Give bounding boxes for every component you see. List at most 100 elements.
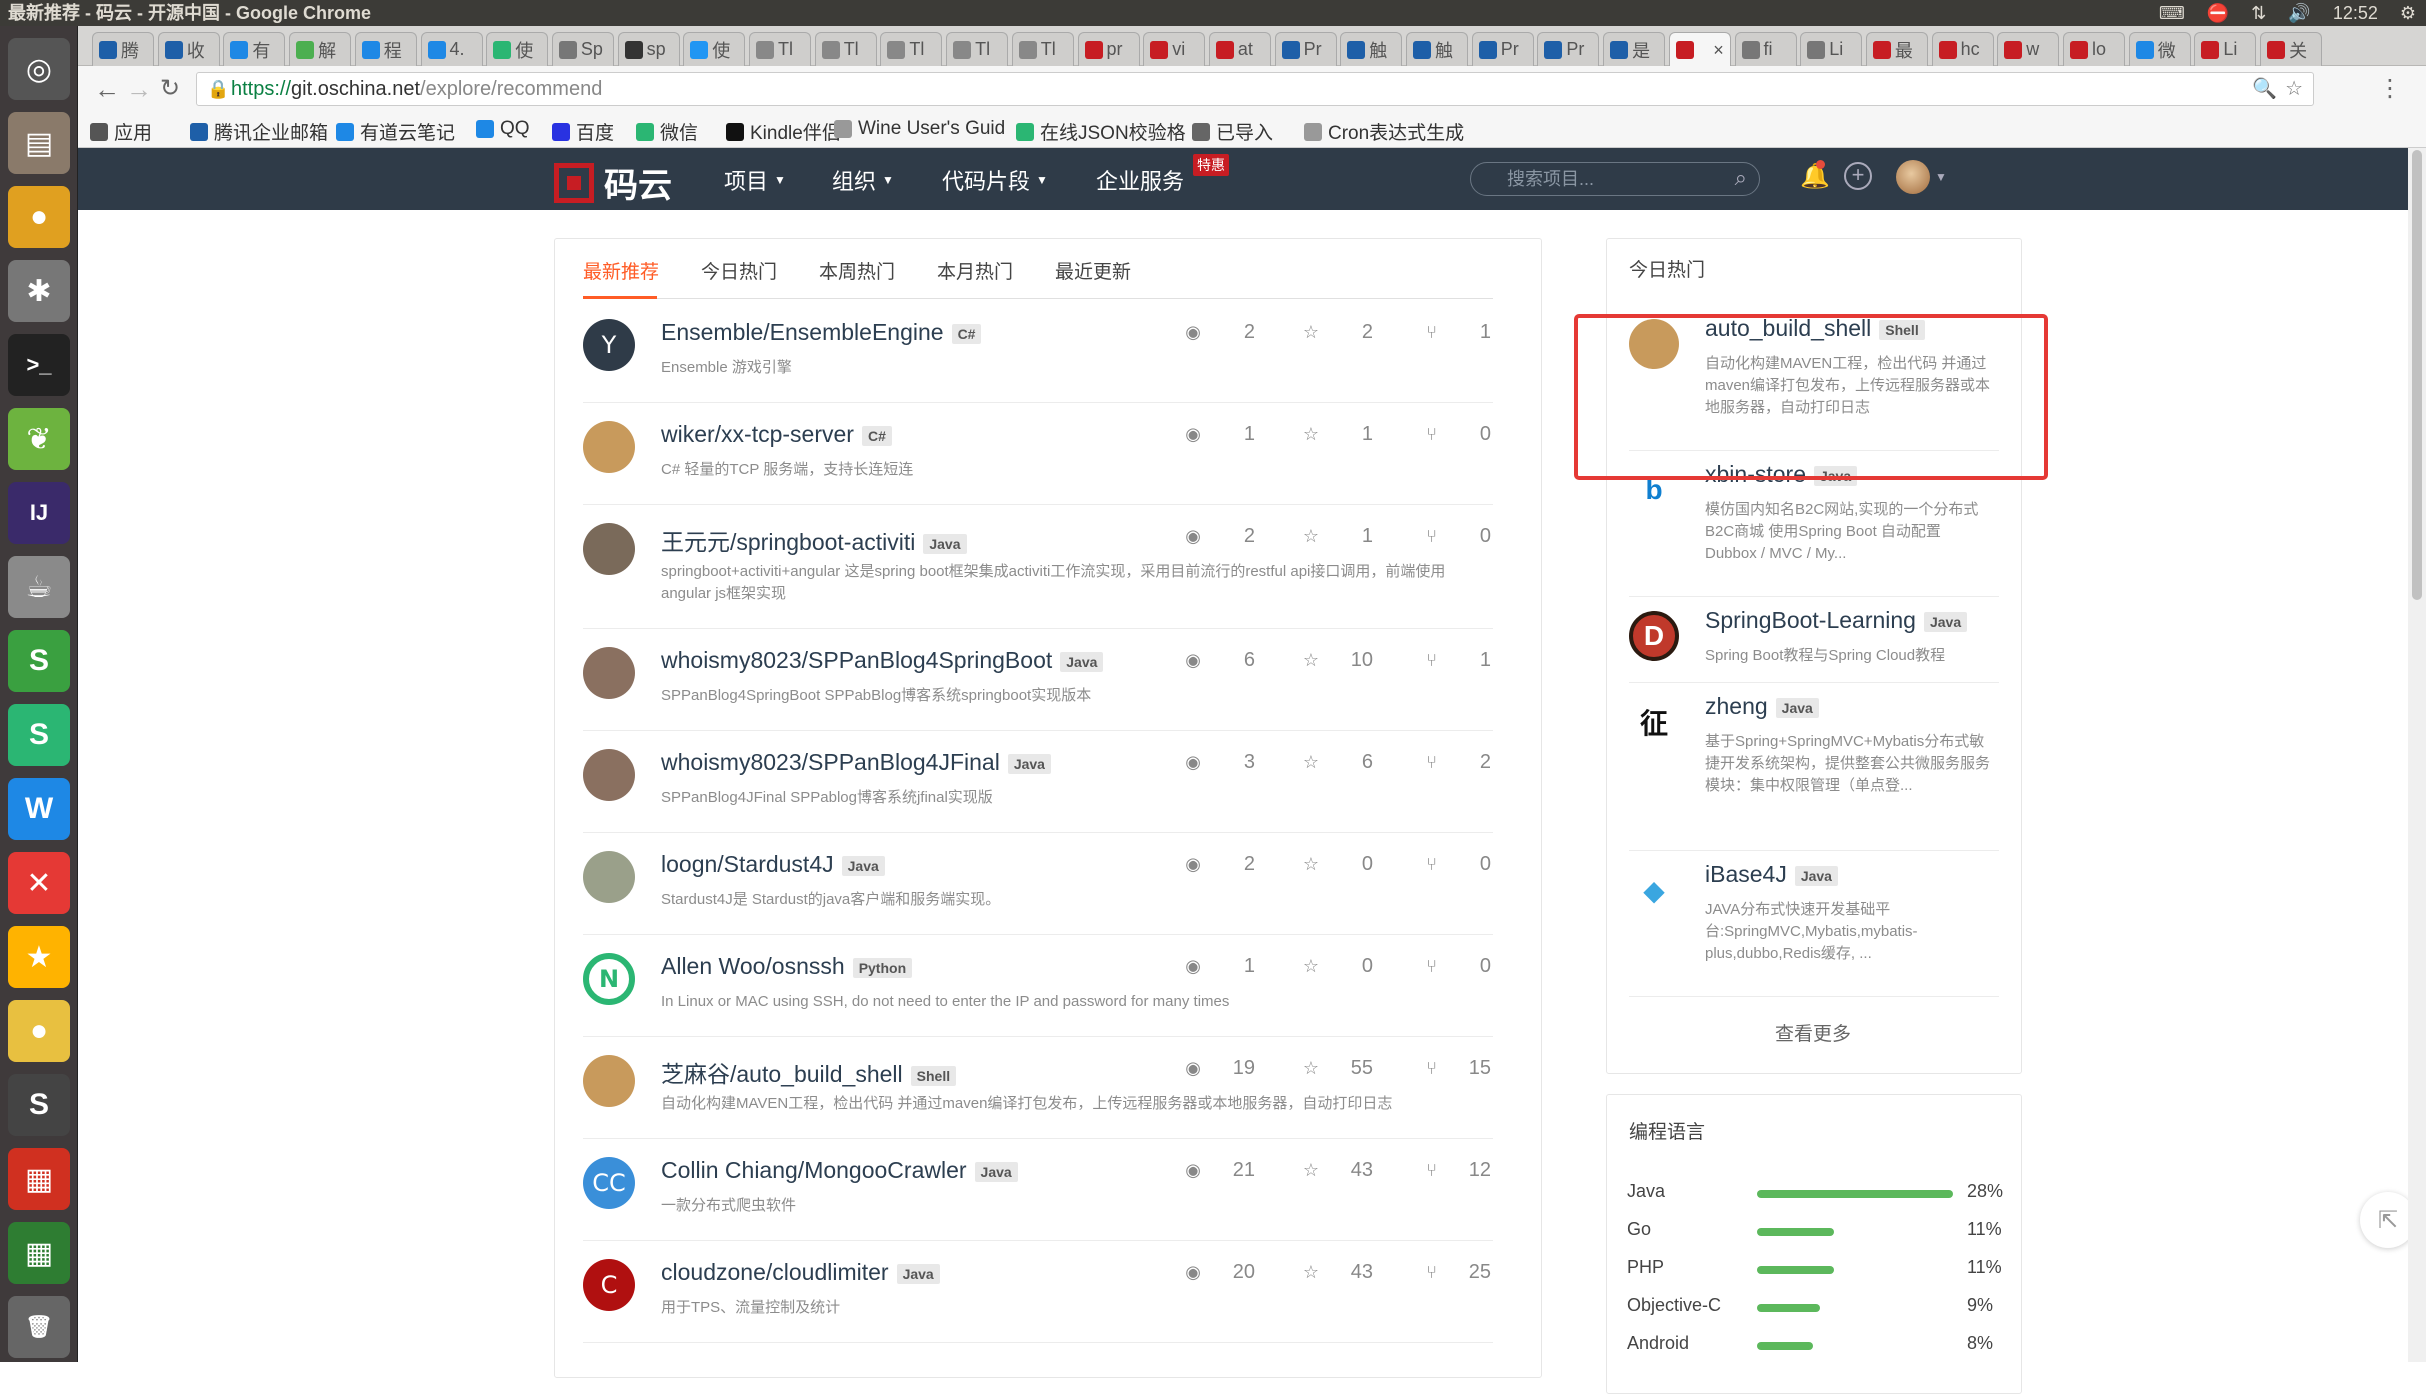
bookmark-item[interactable]: 有道云笔记 — [336, 118, 455, 145]
feed-tab[interactable]: 本周热门 — [819, 257, 895, 284]
language-badge[interactable]: Java — [923, 533, 967, 554]
launcher-editor-icon[interactable]: S — [8, 1074, 70, 1136]
keyboard-icon[interactable]: ⌨ — [2159, 0, 2185, 26]
browser-tab[interactable]: 收 — [157, 32, 220, 66]
repo-avatar[interactable]: CC — [583, 1157, 635, 1209]
search-input[interactable]: 搜索项目... ⌕ — [1470, 162, 1760, 196]
create-plus-icon[interactable]: + — [1844, 162, 1872, 190]
launcher-calc-icon[interactable]: ▦ — [8, 1222, 70, 1284]
launcher-sublime-s-icon[interactable]: S — [8, 630, 70, 692]
menu-snippets[interactable]: 代码片段 ▼ — [942, 164, 1048, 196]
language-name[interactable]: Java — [1627, 1181, 1665, 1202]
launcher-writer-icon[interactable]: W — [8, 778, 70, 840]
repo-name[interactable]: loogn/Stardust4J — [661, 851, 834, 877]
repo-name[interactable]: wiker/xx-tcp-server — [661, 421, 854, 447]
language-badge[interactable]: Java — [1060, 651, 1104, 672]
browser-tab[interactable]: 是 — [1603, 32, 1666, 66]
language-row[interactable]: Go 11% — [1627, 1219, 2007, 1245]
hot-repo-avatar[interactable]: ◆ — [1629, 865, 1679, 915]
repo-row[interactable]: Ccloudzone/cloudlimiter Java 用于TPS、流量控制及统计… — [583, 1241, 1493, 1343]
menu-enterprise[interactable]: 企业服务 — [1096, 164, 1184, 196]
language-row[interactable]: Android 8% — [1627, 1333, 2007, 1359]
bookmark-item[interactable]: Wine User's Guid — [834, 118, 1005, 140]
hot-repo-name[interactable]: SpringBoot-Learning — [1705, 607, 1916, 633]
repo-row[interactable]: 芝麻谷/auto_build_shell Shell 自动化构建MAVEN工程，检出… — [583, 1037, 1493, 1139]
repo-avatar[interactable] — [583, 523, 635, 575]
language-badge[interactable]: Java — [896, 1263, 940, 1284]
language-badge[interactable]: Java — [1775, 697, 1819, 718]
browser-tab[interactable]: Pr — [1537, 32, 1600, 66]
network-icon[interactable]: ⇅ — [2251, 0, 2266, 26]
browser-tab[interactable]: Tl — [880, 32, 943, 66]
hot-repo-name[interactable]: iBase4J — [1705, 861, 1787, 887]
repo-name[interactable]: Ensemble/EnsembleEngine — [661, 319, 944, 345]
browser-tab[interactable]: at — [1208, 32, 1271, 66]
hot-repo-name-link[interactable]: zheng Java — [1705, 693, 1819, 720]
close-tab-icon[interactable]: × — [1713, 40, 1724, 61]
repo-name[interactable]: Collin Chiang/MongooCrawler — [661, 1157, 967, 1183]
repo-avatar[interactable] — [583, 1055, 635, 1107]
repo-row[interactable]: wiker/xx-tcp-server C# C# 轻量的TCP 服务端，支持长连短… — [583, 403, 1493, 505]
bookmark-item[interactable]: QQ — [476, 118, 530, 140]
address-bar[interactable]: 🔒 https://git.oschina.net/explore/recomm… — [196, 72, 2314, 106]
launcher-star-icon[interactable]: ★ — [8, 926, 70, 988]
feed-tab[interactable]: 最近更新 — [1055, 257, 1131, 284]
repo-row[interactable]: Y Ensemble/EnsembleEngine C# Ensemble 游戏引擎 ◉… — [583, 301, 1493, 403]
browser-tab[interactable]: 最 — [1865, 32, 1928, 66]
repo-name-link[interactable]: cloudzone/cloudlimiter Java — [661, 1259, 940, 1286]
repo-name[interactable]: 芝麻谷/auto_build_shell — [661, 1061, 903, 1087]
browser-tab[interactable]: Pr — [1274, 32, 1337, 66]
launcher-redis-icon[interactable]: ▦ — [8, 1148, 70, 1210]
repo-row[interactable]: N Allen Woo/osnssh Python In Linux or MAC u… — [583, 935, 1493, 1037]
language-badge[interactable]: Java — [1794, 865, 1838, 886]
hot-repo-avatar[interactable]: 征 — [1629, 697, 1679, 747]
repo-avatar[interactable]: Y — [583, 319, 635, 371]
browser-tab[interactable]: Tl — [749, 32, 811, 66]
language-name[interactable]: Android — [1627, 1333, 1689, 1354]
language-badge[interactable]: Java — [1007, 753, 1051, 774]
browser-tab[interactable]: Pr — [1471, 32, 1534, 66]
browser-tab[interactable]: Li — [2194, 32, 2257, 66]
language-badge[interactable]: Java — [974, 1161, 1018, 1182]
browser-tab[interactable]: 解 — [289, 32, 352, 66]
page-scrollbar[interactable] — [2408, 148, 2426, 1362]
launcher-settings-icon[interactable]: ✱ — [8, 260, 70, 322]
notification-bell-icon[interactable]: 🔔 — [1800, 160, 1830, 191]
repo-avatar[interactable]: N — [583, 953, 635, 1005]
hot-repo-row[interactable]: ◆ iBase4J Java JAVA分布式快速开发基础平台:SpringMVC,My… — [1629, 855, 1999, 997]
browser-tab[interactable]: Tl — [814, 32, 877, 66]
bookmark-star-icon[interactable]: ☆ — [2285, 73, 2303, 105]
language-row[interactable]: Java 28% — [1627, 1181, 2007, 1207]
launcher-chrome-icon[interactable]: ● — [8, 186, 70, 248]
clock[interactable]: 12:52 — [2333, 0, 2378, 26]
language-badge[interactable]: Java — [841, 855, 885, 876]
browser-tab[interactable]: hc — [1931, 32, 1994, 66]
launcher-spring-icon[interactable]: ❦ — [8, 408, 70, 470]
browser-tab[interactable]: 使 — [486, 32, 549, 66]
repo-avatar[interactable]: C — [583, 1259, 635, 1311]
browser-tab[interactable]: 程 — [354, 32, 417, 66]
repo-name-link[interactable]: wiker/xx-tcp-server C# — [661, 421, 892, 448]
repo-name-link[interactable]: whoismy8023/SPPanBlog4JFinal Java — [661, 749, 1051, 776]
repo-avatar[interactable] — [583, 421, 635, 473]
browser-tab[interactable]: × — [1668, 32, 1731, 67]
repo-name[interactable]: 王元元/springboot-activiti — [661, 529, 915, 555]
language-row[interactable]: Objective-C 9% — [1627, 1295, 2007, 1321]
repo-name[interactable]: whoismy8023/SPPanBlog4JFinal — [661, 749, 1000, 775]
language-badge[interactable]: C# — [951, 323, 982, 344]
language-badge[interactable]: Java — [1923, 611, 1968, 632]
menu-icon[interactable]: ⋮ — [2378, 74, 2402, 103]
view-more-link[interactable]: 查看更多 — [1607, 1019, 2019, 1046]
bookmark-item[interactable]: 微信 — [636, 118, 698, 145]
network-blocked-icon[interactable]: ⛔ — [2207, 0, 2229, 26]
site-logo[interactable]: 码云 — [554, 158, 672, 207]
user-avatar[interactable] — [1896, 160, 1930, 194]
repo-row[interactable]: loogn/Stardust4J Java Stardust4J是 Stardust… — [583, 833, 1493, 935]
menu-projects[interactable]: 项目 ▼ — [724, 164, 786, 196]
repo-avatar[interactable] — [583, 647, 635, 699]
launcher-dash-icon[interactable]: ◎ — [8, 38, 70, 100]
browser-tab[interactable]: 微 — [2128, 32, 2191, 66]
repo-name[interactable]: whoismy8023/SPPanBlog4SpringBoot — [661, 647, 1052, 673]
language-name[interactable]: Go — [1627, 1219, 1651, 1240]
repo-name-link[interactable]: Collin Chiang/MongooCrawler Java — [661, 1157, 1018, 1184]
